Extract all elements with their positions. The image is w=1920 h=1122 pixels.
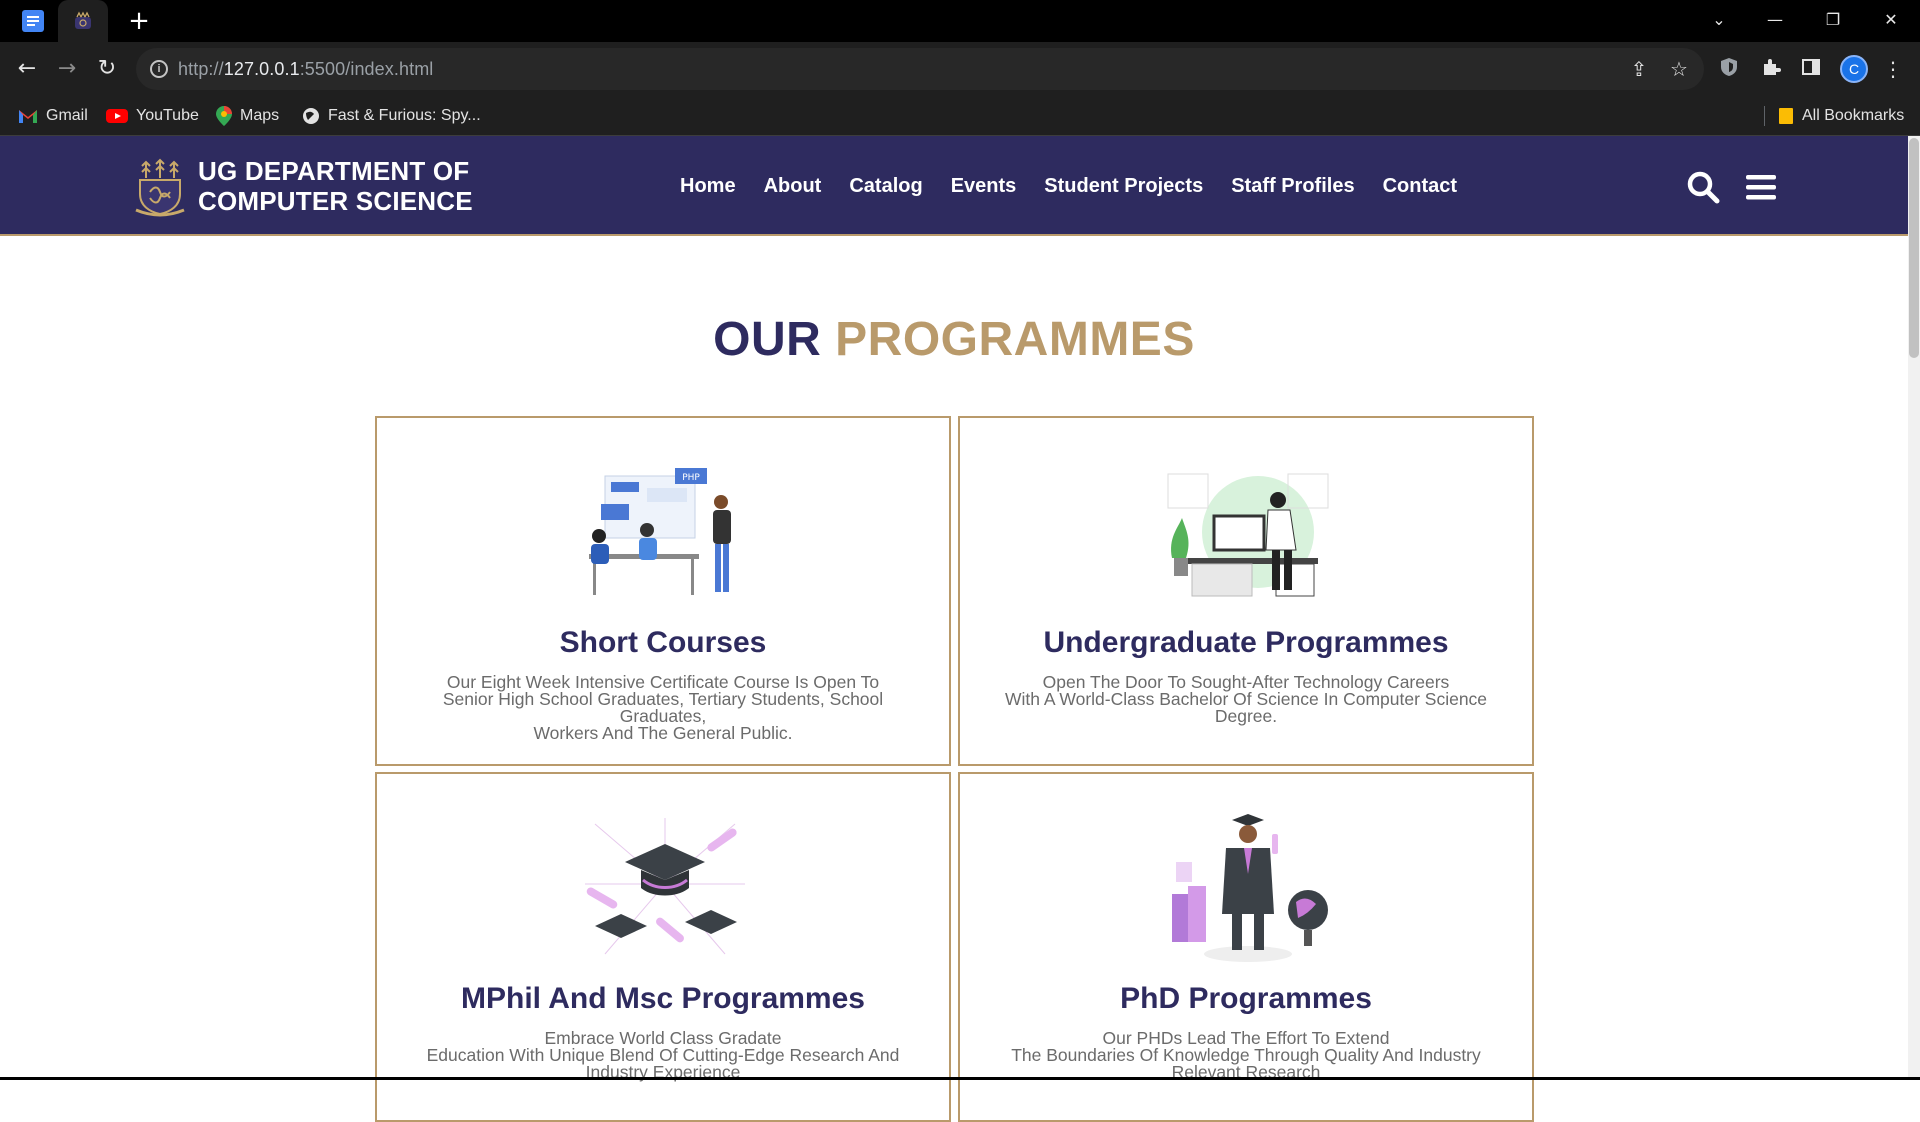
- bookmark-maps[interactable]: Maps: [216, 96, 279, 136]
- bookmark-star-icon[interactable]: ☆: [1668, 58, 1690, 80]
- nav-student-projects[interactable]: Student Projects: [1044, 175, 1203, 198]
- site-header: UG DEPARTMENT OF COMPUTER SCIENCE Home A…: [0, 136, 1908, 236]
- forward-button[interactable]: →: [52, 54, 82, 84]
- bookmarks-separator: [1764, 106, 1765, 126]
- card-description: Our Eight Week Intensive Certificate Cou…: [442, 672, 884, 743]
- youtube-icon: [106, 108, 128, 123]
- search-icon[interactable]: [1684, 168, 1722, 206]
- site-info-icon[interactable]: i: [150, 60, 168, 78]
- title-our: OUR: [713, 313, 822, 366]
- graduation-caps-illustration: [585, 818, 745, 955]
- page-scrollbar-thumb[interactable]: [1909, 138, 1919, 358]
- desk-worker-illustration: [1167, 473, 1329, 597]
- profile-avatar[interactable]: C: [1840, 55, 1868, 83]
- bookmarks-bar: Gmail YouTube Maps Fast & Furious: Spy..…: [0, 96, 1920, 136]
- gmail-icon: [19, 109, 37, 123]
- all-bookmarks[interactable]: All Bookmarks: [1778, 96, 1904, 136]
- browser-menu-kebab-icon[interactable]: ⋮: [1880, 56, 1906, 82]
- nav-staff-profiles[interactable]: Staff Profiles: [1231, 175, 1354, 198]
- main-nav: Home About Catalog Events Student Projec…: [680, 136, 1485, 236]
- brand-line-1: UG DEPARTMENT OF: [198, 156, 470, 186]
- restore-button[interactable]: ❐: [1810, 0, 1856, 42]
- browser-toolbar: ← → ↻ i http://127.0.0.1:5500/index.html…: [0, 42, 1920, 96]
- url-text[interactable]: http://127.0.0.1:5500/index.html: [178, 48, 433, 90]
- reload-button[interactable]: ↻: [92, 54, 122, 84]
- card-description: Embrace World Class Gradate Education Wi…: [426, 1028, 900, 1082]
- nav-home[interactable]: Home: [680, 175, 736, 198]
- card-title: PhD Programmes: [1120, 982, 1372, 1015]
- programme-card-phd[interactable]: PhD Programmes Our PHDs Lead The Effort …: [958, 772, 1534, 1122]
- brand-name[interactable]: UG DEPARTMENT OF COMPUTER SCIENCE: [198, 156, 473, 216]
- svg-text:PHP: PHP: [682, 473, 700, 483]
- extensions-puzzle-icon[interactable]: [1758, 56, 1784, 82]
- share-icon[interactable]: ⇪: [1628, 58, 1650, 80]
- shield-extension-icon[interactable]: [1716, 56, 1742, 82]
- card-title: Undergraduate Programmes: [1043, 626, 1449, 659]
- close-window-button[interactable]: ✕: [1868, 0, 1914, 42]
- university-logo[interactable]: [132, 154, 188, 218]
- bookmark-gmail[interactable]: Gmail: [18, 96, 88, 136]
- active-tab[interactable]: [58, 0, 108, 42]
- browser-tabstrip: + ⌄ — ❐ ✕: [0, 0, 1920, 42]
- bookmark-youtube[interactable]: YouTube: [106, 96, 199, 136]
- hamburger-menu-icon[interactable]: [1742, 168, 1780, 206]
- bookmark-fast-furious[interactable]: Fast & Furious: Spy...: [302, 96, 481, 136]
- nav-catalog[interactable]: Catalog: [849, 175, 922, 198]
- new-tab-button[interactable]: +: [124, 6, 154, 36]
- docs-tab-icon[interactable]: [22, 10, 44, 32]
- back-button[interactable]: ←: [12, 54, 42, 84]
- programme-card-short-courses[interactable]: PHP Short Courses Our Eight Week Intensi…: [375, 416, 951, 766]
- tab-search-chevron-icon[interactable]: ⌄: [1696, 0, 1742, 42]
- university-crest-icon: [75, 11, 91, 29]
- title-programmes: PROGRAMMES: [835, 313, 1195, 366]
- nav-events[interactable]: Events: [951, 175, 1017, 198]
- minimize-button[interactable]: —: [1752, 0, 1798, 42]
- side-panel-icon[interactable]: [1798, 56, 1824, 82]
- nav-about[interactable]: About: [764, 175, 822, 198]
- graduate-illustration: [1172, 814, 1328, 962]
- card-description: Open The Door To Sought-After Technology…: [1004, 672, 1488, 726]
- folder-icon: [1779, 107, 1793, 124]
- globe-icon: [303, 107, 319, 124]
- coding-class-illustration: PHP: [589, 468, 731, 595]
- section-title: OUR PROGRAMMES: [0, 312, 1908, 367]
- address-bar[interactable]: i http://127.0.0.1:5500/index.html ⇪ ☆: [136, 48, 1704, 90]
- card-title: Short Courses: [559, 626, 767, 659]
- programme-card-mphil-msc[interactable]: MPhil And Msc Programmes Embrace World C…: [375, 772, 951, 1122]
- nav-contact[interactable]: Contact: [1383, 175, 1457, 198]
- programme-card-undergraduate[interactable]: Undergraduate Programmes Open The Door T…: [958, 416, 1534, 766]
- card-title: MPhil And Msc Programmes: [461, 982, 865, 1015]
- card-description: Our PHDs Lead The Effort To Extend The B…: [1011, 1028, 1481, 1082]
- brand-line-2: COMPUTER SCIENCE: [198, 186, 473, 216]
- maps-pin-icon: [216, 105, 232, 126]
